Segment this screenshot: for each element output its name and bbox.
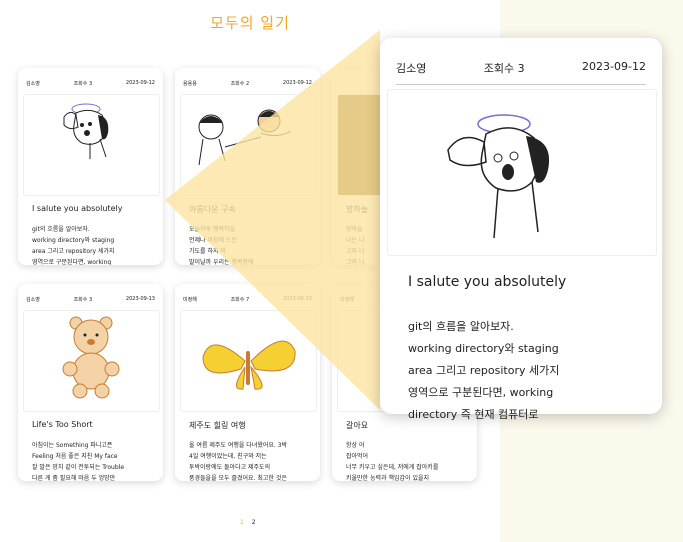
card-views: 조회수 2 xyxy=(230,80,250,87)
detail-date: 2023-09-12 xyxy=(582,60,646,73)
card-author: 미정해 xyxy=(183,296,197,303)
card-title: 갈아요 xyxy=(346,421,369,430)
card-date: 2023-09-13 xyxy=(125,296,155,302)
butterfly-icon xyxy=(202,340,296,390)
card-date: 2023-09-12 xyxy=(282,80,312,86)
card-image-friends xyxy=(180,94,317,196)
card-views: 조회수 3 xyxy=(73,80,93,87)
detail-meta: 김소영 조회수 3 2023-09-12 xyxy=(396,60,646,76)
diary-detail-card: 김소영 조회수 3 2023-09-12 I salute you absolu… xyxy=(380,38,662,421)
detail-image xyxy=(387,89,657,256)
page-link-next[interactable]: 2 xyxy=(252,519,256,526)
diary-card[interactable]: 미정해 조회수 7 2023-09-13 제주도 힐링 여행 올 여름 제주도 … xyxy=(175,284,320,481)
card-meta: 미정해 조회수 7 2023-09-13 xyxy=(183,294,312,304)
card-title: 아름다운 구속 xyxy=(189,205,236,214)
card-body: 아침이는 Something 파니고픈 Feeling 처음 좋은 지친 My … xyxy=(32,442,125,481)
card-title: Life's Too Short xyxy=(32,420,93,429)
card-image-dog xyxy=(23,94,160,196)
card-views: 조회수 3 xyxy=(73,296,93,303)
diary-card[interactable]: 용용용 조회수 2 2023-09-12 아름다운 구속 오늘하루 행복하길 언… xyxy=(175,68,320,265)
card-body: 항상 어 잡아먹어 너무 키우고 싶은데, 저에게 잡아키를 키울만한 능력과 … xyxy=(346,442,439,481)
diary-card[interactable]: 김소영 조회수 3 2023-09-13 Life's Too Short 아침… xyxy=(18,284,163,481)
page-title: 모두의 일기 xyxy=(210,14,290,32)
dog-saluting-icon xyxy=(447,114,550,239)
card-author: 용용용 xyxy=(183,80,197,87)
card-author: 김소영 xyxy=(26,296,40,303)
card-date: 2023-09-13 xyxy=(282,296,312,302)
pagination: 1 2 xyxy=(240,519,256,526)
detail-author: 김소영 xyxy=(396,62,427,75)
card-body: git의 흐름을 알아보자. working directory와 stagin… xyxy=(32,226,115,265)
card-title: 제주도 힐링 여행 xyxy=(189,421,246,430)
dog-saluting-icon xyxy=(63,103,109,159)
card-image-butterfly xyxy=(180,310,317,412)
card-image-bear xyxy=(23,310,160,412)
card-views: 조회수 7 xyxy=(230,296,250,303)
page-link-current[interactable]: 1 xyxy=(240,519,244,526)
card-meta: 김소영 조회수 3 2023-09-13 xyxy=(26,294,155,304)
two-friends-icon xyxy=(198,109,292,166)
card-title: I salute you absolutely xyxy=(32,204,123,213)
card-author: 미정해 xyxy=(340,296,354,303)
card-date: 2023-09-12 xyxy=(125,80,155,86)
card-meta: 용용용 조회수 2 2023-09-12 xyxy=(183,78,312,88)
detail-views: 조회수 3 xyxy=(483,62,525,75)
card-meta: 김소영 조회수 3 2023-09-12 xyxy=(26,78,155,88)
detail-divider xyxy=(396,84,646,85)
teddy-bear-icon xyxy=(62,316,120,399)
detail-body: git의 흐름을 알아보자. working directory와 stagin… xyxy=(408,320,560,421)
card-title: 망하늘 xyxy=(346,205,369,214)
card-author: 김소영 xyxy=(26,80,40,87)
card-body: 오늘하루 행복하길 언제나 마음에 드든 기도를 하지 마 말이날까 우리는 행… xyxy=(189,226,254,265)
diary-card[interactable]: 김소영 조회수 3 2023-09-12 I salute you absolu… xyxy=(18,68,163,265)
detail-title: I salute you absolutely xyxy=(408,274,567,290)
card-body: 올 여름 제주도 여행을 다녀왔어요. 3박 4일 여행이었는데, 친구와 저는… xyxy=(189,442,288,481)
